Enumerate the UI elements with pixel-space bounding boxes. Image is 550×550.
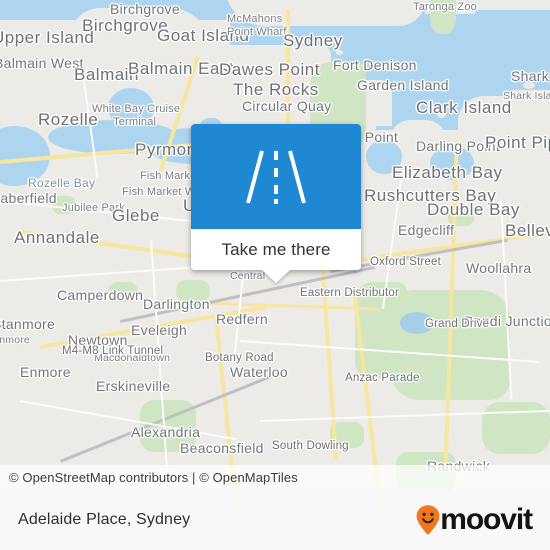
road-harbour-bridge (286, 10, 290, 130)
moovit-wordmark: moovit (440, 502, 533, 536)
land-balmain-n (70, 8, 210, 68)
park-centennial-lake (400, 312, 434, 334)
moovit-pin-smiley-icon (416, 504, 440, 534)
island-fort-denison (336, 50, 343, 55)
take-me-there-label: Take me there (221, 239, 331, 259)
callout-action-bar[interactable]: Take me there (191, 229, 361, 283)
place-title: Adelaide Place, Sydney (18, 510, 191, 528)
water-whites-bay (108, 88, 154, 128)
attribution-text[interactable]: © OpenStreetMap contributors | © OpenMap… (0, 470, 298, 485)
island-shark (523, 82, 535, 89)
moovit-logo[interactable]: moovit (415, 504, 534, 536)
moovit-map-screenshot: Birchgrove Birchgrove Goat Island McMahons P… (0, 0, 550, 550)
take-me-there-callout[interactable]: Take me there (191, 124, 361, 283)
water-rushcutters-bay (366, 140, 402, 174)
island-clark (437, 112, 446, 118)
water-double-bay (430, 146, 474, 180)
island-goat (184, 22, 210, 36)
land-far-east (512, 90, 550, 210)
park-taronga (430, 0, 456, 34)
map-label: Point Wharf (227, 26, 287, 38)
park-prince-alfred (108, 282, 138, 302)
callout-image (191, 124, 361, 229)
callout-tail (262, 270, 290, 283)
bottom-bar: Adelaide Place, Sydney moovit (0, 489, 550, 550)
road-icon (246, 149, 306, 204)
park-victoria (176, 280, 210, 302)
map-attribution: © OpenStreetMap contributors | © OpenMap… (0, 465, 550, 489)
